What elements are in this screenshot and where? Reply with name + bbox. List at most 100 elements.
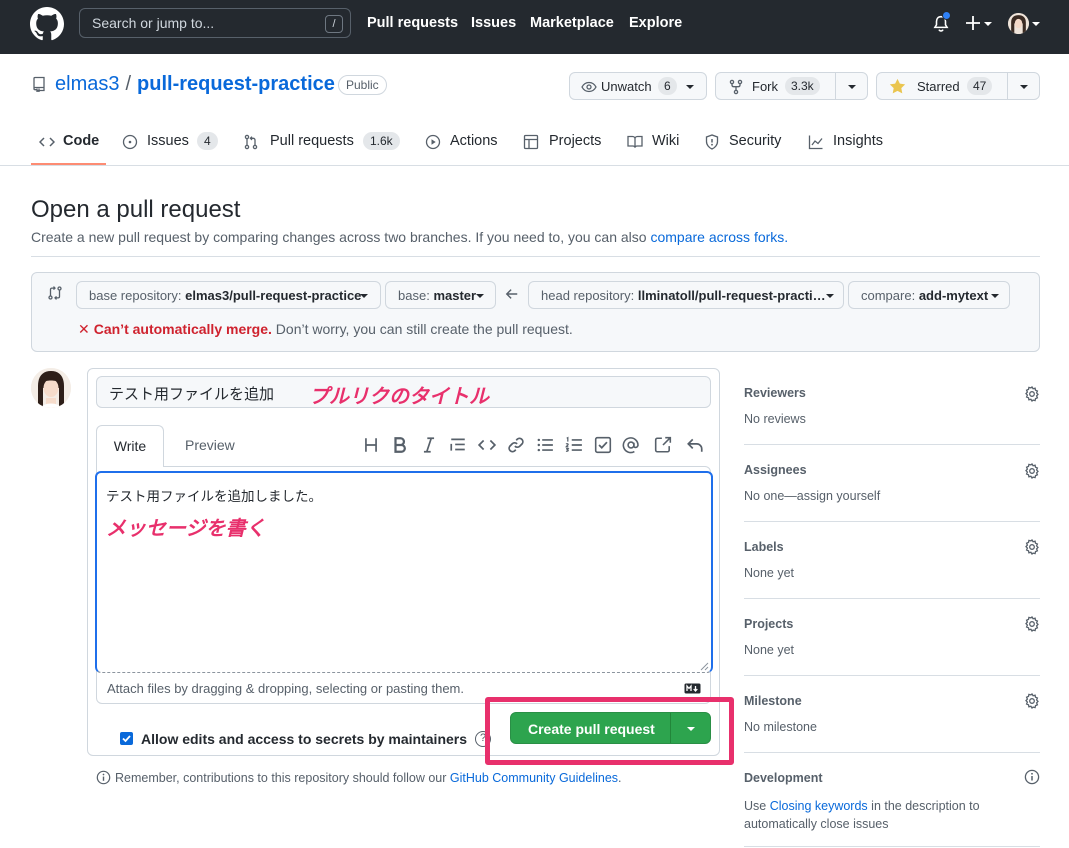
development-value: Use Closing keywords in the description … [744, 799, 980, 831]
fork-icon [729, 79, 743, 95]
cross-reference-icon[interactable] [654, 436, 672, 454]
github-logo-icon[interactable] [30, 7, 64, 41]
fork-button[interactable]: Fork 3.3k [715, 72, 868, 100]
search-placeholder: Search or jump to... [92, 15, 215, 31]
chevron-down-icon [826, 294, 834, 298]
allow-edits-checkbox[interactable] [120, 732, 133, 745]
merge-status: ✕ Can’t automatically merge. Don’t worry,… [78, 321, 573, 337]
code-icon[interactable] [478, 436, 496, 454]
italic-icon[interactable] [420, 436, 438, 454]
chevron-down-icon[interactable] [848, 85, 856, 89]
allow-edits-label[interactable]: Allow edits and access to secrets by mai… [141, 731, 467, 747]
pr-body-textarea[interactable]: テスト用ファイルを追加しました。 [95, 471, 713, 673]
divider [0, 165, 1069, 166]
arrow-left-icon [505, 289, 518, 299]
projects-title[interactable]: Projects [744, 617, 793, 631]
tab-preview[interactable]: Preview [185, 437, 235, 453]
tab-label: Actions [450, 133, 498, 149]
assignees-value[interactable]: No one—assign yourself [744, 489, 880, 503]
code-icon [39, 137, 55, 147]
chevron-down-icon[interactable] [984, 22, 992, 26]
user-avatar[interactable] [1008, 13, 1029, 34]
gear-icon[interactable] [1024, 386, 1040, 402]
gear-icon[interactable] [1024, 539, 1040, 555]
book-icon [627, 135, 643, 148]
reviewers-title[interactable]: Reviewers [744, 386, 806, 400]
body-annotation: メッセージを書く [106, 518, 266, 540]
star-label: Starred [917, 79, 960, 94]
plus-icon[interactable] [965, 15, 981, 31]
pull-request-icon [244, 134, 258, 150]
gear-icon[interactable] [1024, 463, 1040, 479]
repo-icon [33, 76, 45, 92]
chevron-down-icon[interactable] [1020, 85, 1028, 89]
tab-label: Code [63, 133, 100, 149]
labels-title[interactable]: Labels [744, 540, 784, 554]
chevron-down-icon [991, 294, 999, 298]
reply-icon[interactable] [686, 436, 704, 454]
divider [744, 598, 1040, 599]
chevron-down-icon [360, 294, 368, 298]
info-icon[interactable] [1024, 769, 1040, 785]
nav-marketplace[interactable]: Marketplace [530, 15, 614, 31]
search-input[interactable]: Search or jump to... / [79, 8, 351, 38]
chevron-down-icon[interactable] [1032, 22, 1040, 26]
bulleted-list-icon[interactable] [536, 436, 554, 454]
highlight-annotation-box [485, 697, 734, 765]
info-icon [96, 770, 111, 785]
divider [744, 675, 1040, 676]
link-icon[interactable] [507, 436, 525, 454]
gear-icon[interactable] [1024, 616, 1040, 632]
task-list-icon[interactable] [594, 436, 612, 454]
contribution-guidelines-note: Remember, contributions to this reposito… [96, 770, 622, 785]
chevron-down-icon[interactable] [686, 85, 694, 89]
eye-icon [581, 81, 597, 93]
graph-icon [808, 135, 823, 150]
attach-files-hint[interactable]: Attach files by dragging & dropping, sel… [107, 681, 464, 696]
resize-handle-icon[interactable] [700, 662, 709, 671]
title-annotation: プルリクのタイトル [309, 386, 489, 408]
nav-explore[interactable]: Explore [629, 15, 682, 31]
gear-icon[interactable] [1024, 693, 1040, 709]
notification-dot [942, 11, 951, 20]
reviewers-value: No reviews [744, 412, 806, 426]
nav-issues[interactable]: Issues [471, 15, 516, 31]
projects-value: None yet [744, 643, 795, 657]
divider [744, 521, 1040, 522]
quote-icon[interactable] [449, 436, 467, 454]
markdown-icon [684, 683, 701, 694]
star-count: 47 [967, 77, 993, 95]
visibility-badge: Public [338, 75, 387, 95]
fork-label: Fork [752, 79, 778, 94]
tab-write[interactable]: Write [96, 425, 164, 467]
community-guidelines-link[interactable]: GitHub Community Guidelines [450, 771, 618, 785]
base-repository-select[interactable]: base repository: elmas3/pull-request-pra… [76, 281, 381, 309]
development-title: Development [744, 771, 823, 785]
compare-arrows-icon [48, 286, 62, 300]
base-branch-select[interactable]: base: master [385, 281, 496, 309]
star-filled-icon [889, 78, 906, 94]
search-shortcut-hint: / [325, 15, 343, 33]
closing-keywords-link[interactable]: Closing keywords [770, 799, 868, 813]
numbered-list-icon[interactable] [565, 436, 583, 454]
compare-across-forks-link[interactable]: compare across forks. [650, 229, 788, 245]
page-title: Open a pull request [31, 196, 241, 223]
play-icon [425, 134, 441, 150]
compare-branch-select[interactable]: compare: add-mytext [848, 281, 1010, 309]
watch-label: Unwatch [601, 79, 652, 94]
repo-owner-link[interactable]: elmas3 [55, 73, 119, 95]
bold-icon[interactable] [391, 436, 409, 454]
assignees-title[interactable]: Assignees [744, 463, 807, 477]
star-button[interactable]: Starred 47 [876, 72, 1040, 100]
mention-icon[interactable] [622, 436, 640, 454]
milestone-title[interactable]: Milestone [744, 694, 802, 708]
head-repository-select[interactable]: head repository: llminatoll/pull-request… [528, 281, 844, 309]
repo-name-link[interactable]: pull-request-practice [137, 73, 335, 95]
watch-button[interactable]: Unwatch 6 [569, 72, 707, 100]
heading-icon[interactable] [362, 436, 380, 454]
x-icon: ✕ [78, 321, 90, 337]
chevron-down-icon [476, 294, 484, 298]
divider [744, 846, 1040, 847]
tab-label: Projects [549, 133, 602, 149]
nav-pull-requests[interactable]: Pull requests [367, 15, 458, 31]
